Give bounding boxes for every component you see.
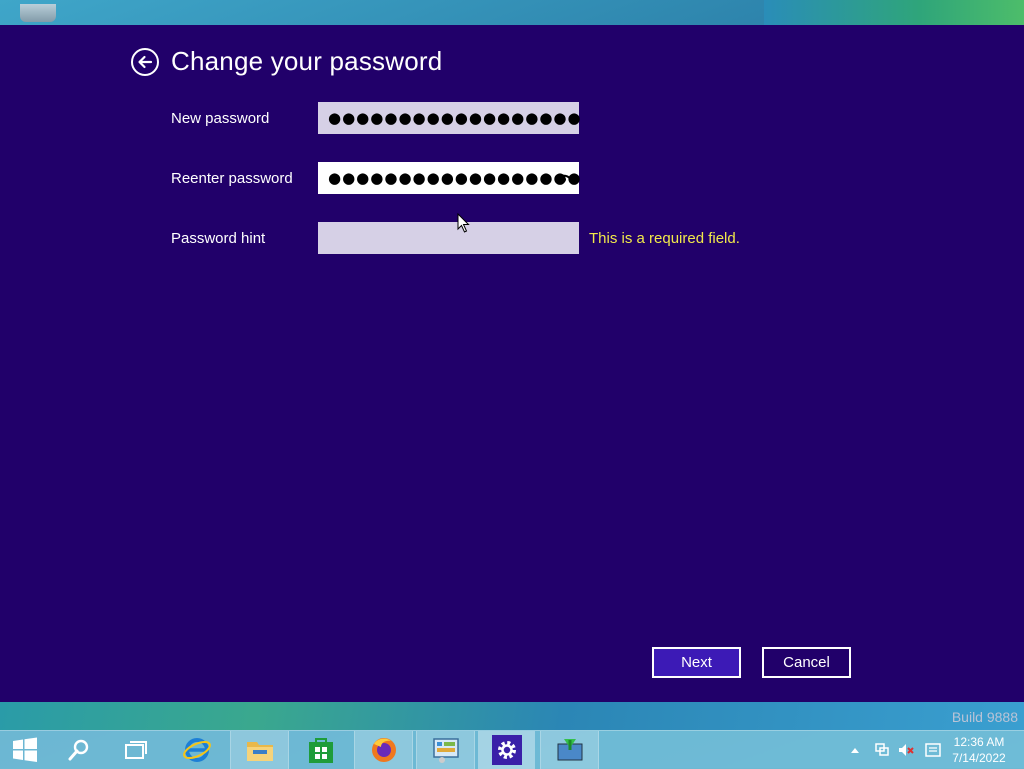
task-view-icon: [125, 741, 147, 759]
taskbar-file-explorer[interactable]: [230, 731, 289, 769]
password-hint-field[interactable]: [318, 222, 579, 254]
remote-desktop-icon: [557, 739, 582, 761]
taskbar-store[interactable]: [292, 731, 349, 769]
network-tray-button[interactable]: [872, 731, 892, 769]
search-icon: [68, 739, 89, 761]
clock-time: 12:36 AM: [953, 735, 1005, 749]
password-hint-label: Password hint: [171, 230, 266, 247]
taskbar-firefox[interactable]: [354, 731, 413, 769]
recycle-bin-icon[interactable]: [20, 4, 56, 22]
wallpaper-strip: [0, 702, 1024, 730]
search-button[interactable]: [52, 731, 106, 769]
cancel-button[interactable]: Cancel: [762, 647, 851, 678]
taskbar-internet-explorer[interactable]: [168, 731, 225, 769]
volume-tray-button[interactable]: [896, 731, 916, 769]
file-explorer-icon: [246, 742, 273, 761]
taskbar: 12:36 AM 7/14/2022: [0, 730, 1024, 769]
internet-explorer-icon: [182, 738, 211, 762]
new-password-label: New password: [171, 110, 270, 127]
control-panel-icon: [432, 738, 459, 763]
reenter-password-field[interactable]: ●●●●●●●●●●●●●●●●●●: [318, 162, 582, 194]
start-icon: [13, 737, 37, 762]
page-title: Change your password: [171, 46, 443, 76]
clock-date: 7/14/2022: [952, 751, 1006, 765]
wallpaper-accent: [764, 0, 1024, 26]
settings-icon: [491, 735, 522, 765]
network-icon: [875, 743, 889, 756]
firefox-icon: [371, 738, 396, 762]
new-password-value: ●●●●●●●●●●●●●●●●●●: [328, 109, 582, 127]
new-password-field[interactable]: ●●●●●●●●●●●●●●●●●●: [318, 102, 582, 134]
required-field-error: This is a required field.: [589, 230, 740, 247]
taskbar-remote-desktop[interactable]: [540, 731, 599, 769]
next-button[interactable]: Next: [652, 647, 741, 678]
volume-muted-icon: [899, 744, 914, 756]
store-icon: [308, 738, 333, 763]
taskbar-settings[interactable]: [478, 731, 535, 769]
action-center-tray-button[interactable]: [922, 731, 944, 769]
start-button[interactable]: [0, 731, 50, 769]
taskbar-clock[interactable]: 12:36 AM 7/14/2022: [944, 734, 1014, 766]
reveal-password-icon[interactable]: [555, 171, 571, 185]
build-watermark: Build 9888: [951, 709, 1018, 725]
taskbar-control-panel[interactable]: [416, 731, 475, 769]
back-button[interactable]: [131, 48, 159, 76]
reenter-password-label: Reenter password: [171, 170, 293, 187]
task-view-button[interactable]: [108, 731, 164, 769]
mouse-pointer-icon: [457, 213, 470, 233]
chevron-up-icon: [851, 748, 859, 753]
back-arrow-icon: [138, 55, 153, 69]
reenter-password-value: ●●●●●●●●●●●●●●●●●●: [328, 169, 582, 187]
show-hidden-icons-button[interactable]: [846, 731, 864, 769]
action-center-icon: [925, 743, 941, 757]
